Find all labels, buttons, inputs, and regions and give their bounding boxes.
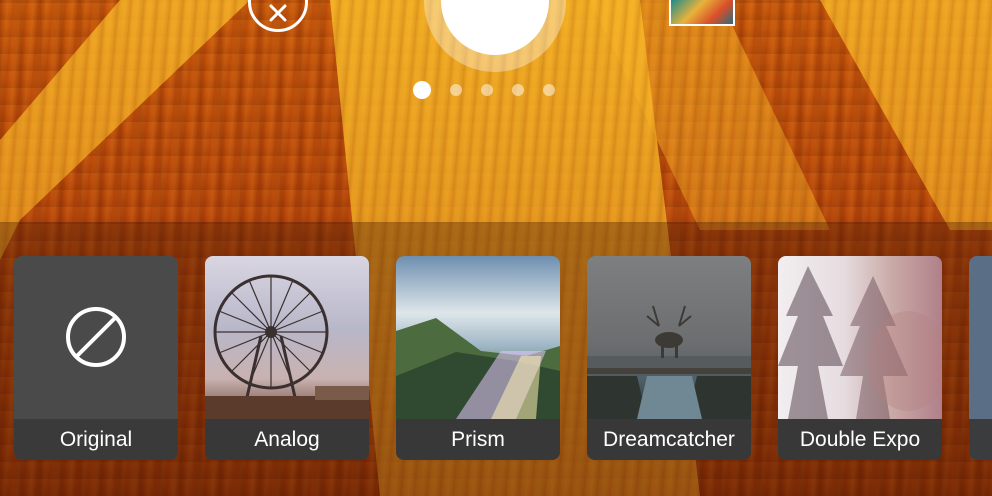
- filter-label: Prism: [396, 419, 560, 460]
- deer-in-fog-image: [587, 256, 751, 419]
- mountain-lake-image: [396, 256, 560, 419]
- filter-card-double-expo[interactable]: Double Expo: [778, 256, 942, 460]
- none-icon: [66, 307, 126, 367]
- page-dot[interactable]: [450, 84, 462, 96]
- filter-label: Original: [14, 419, 178, 460]
- filter-card-prism[interactable]: Prism: [396, 256, 560, 460]
- filter-label: Analog: [205, 419, 369, 460]
- close-icon: [269, 4, 287, 22]
- page-dot[interactable]: [512, 84, 524, 96]
- filter-card-analog[interactable]: Analog: [205, 256, 369, 460]
- page-dot-active[interactable]: [413, 81, 431, 99]
- filter-card-next[interactable]: [969, 256, 992, 460]
- double-exposure-image: [778, 256, 942, 419]
- filter-card-dreamcatcher[interactable]: Dreamcatcher: [587, 256, 751, 460]
- page-dot[interactable]: [543, 84, 555, 96]
- filter-label: Double Expo: [778, 419, 942, 460]
- gallery-thumbnail[interactable]: [669, 0, 735, 26]
- filter-label-strip: [969, 419, 992, 460]
- filter-card-original[interactable]: Original: [14, 256, 178, 460]
- page-dot[interactable]: [481, 84, 493, 96]
- ferris-wheel-image: [205, 256, 369, 419]
- filter-label: Dreamcatcher: [587, 419, 751, 460]
- page-indicator: [413, 81, 555, 99]
